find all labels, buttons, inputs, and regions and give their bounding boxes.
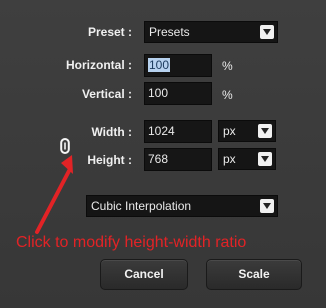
cancel-button[interactable]: Cancel xyxy=(100,259,188,290)
annotation-text: Click to modify height-width ratio xyxy=(16,234,247,251)
scale-button[interactable]: Scale xyxy=(206,259,302,290)
scale-dialog: Preset : Presets Horizontal : 100 % Vert… xyxy=(0,0,326,308)
